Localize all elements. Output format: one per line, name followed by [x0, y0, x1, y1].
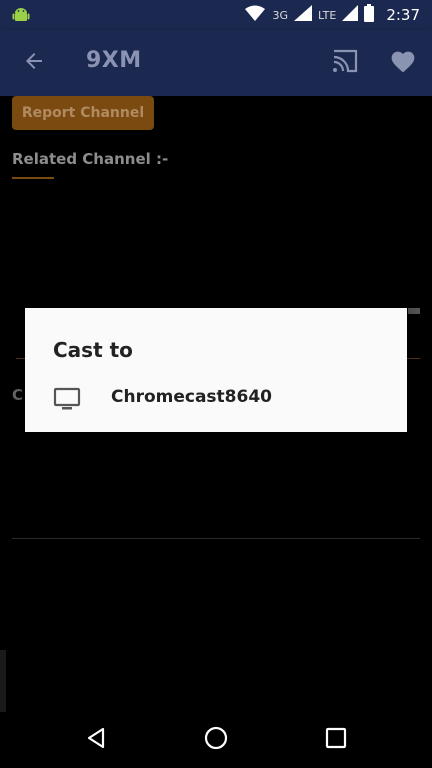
report-channel-button[interactable]: Report Channel — [12, 96, 154, 130]
android-icon — [12, 6, 30, 24]
scroll-edge — [408, 308, 420, 314]
battery-icon — [364, 4, 375, 26]
wifi-icon — [244, 5, 266, 25]
signal-icon — [342, 5, 359, 25]
favorite-button[interactable] — [386, 48, 420, 78]
screen: 3G LTE 2:37 9XM Report Channel Related C… — [0, 0, 432, 768]
back-button[interactable] — [18, 48, 50, 78]
square-recents-icon — [325, 727, 347, 753]
dialog-title: Cast to — [53, 338, 133, 362]
heart-icon — [390, 49, 416, 77]
tv-icon — [53, 386, 81, 412]
network-3g-label: 3G — [272, 8, 289, 22]
nav-back-button[interactable] — [80, 724, 112, 756]
page-title: 9XM — [86, 48, 142, 73]
cast-device-item[interactable]: Chromecast8640 — [25, 380, 407, 420]
related-channel-heading: Related Channel :- — [12, 150, 169, 168]
device-name: Chromecast8640 — [111, 387, 272, 407]
app-bar: 9XM — [0, 30, 432, 96]
navigation-bar — [0, 712, 432, 768]
section-heading-partial: C — [12, 386, 24, 404]
edge-handle — [0, 650, 6, 712]
cast-dialog: Cast to Chromecast8640 — [25, 308, 407, 432]
network-lte-label: LTE — [318, 8, 337, 22]
cast-icon — [331, 49, 359, 77]
triangle-back-icon — [84, 726, 108, 754]
nav-home-button[interactable] — [200, 724, 232, 756]
heading-underline — [12, 177, 54, 179]
circle-home-icon — [204, 726, 228, 754]
cast-button[interactable] — [328, 48, 362, 78]
back-arrow-icon — [22, 49, 46, 77]
nav-recents-button[interactable] — [320, 724, 352, 756]
status-time: 2:37 — [386, 6, 420, 24]
status-icons: 3G LTE 2:37 — [244, 0, 420, 30]
status-bar: 3G LTE 2:37 — [0, 0, 432, 30]
divider — [12, 538, 420, 539]
signal-icon — [294, 5, 313, 25]
